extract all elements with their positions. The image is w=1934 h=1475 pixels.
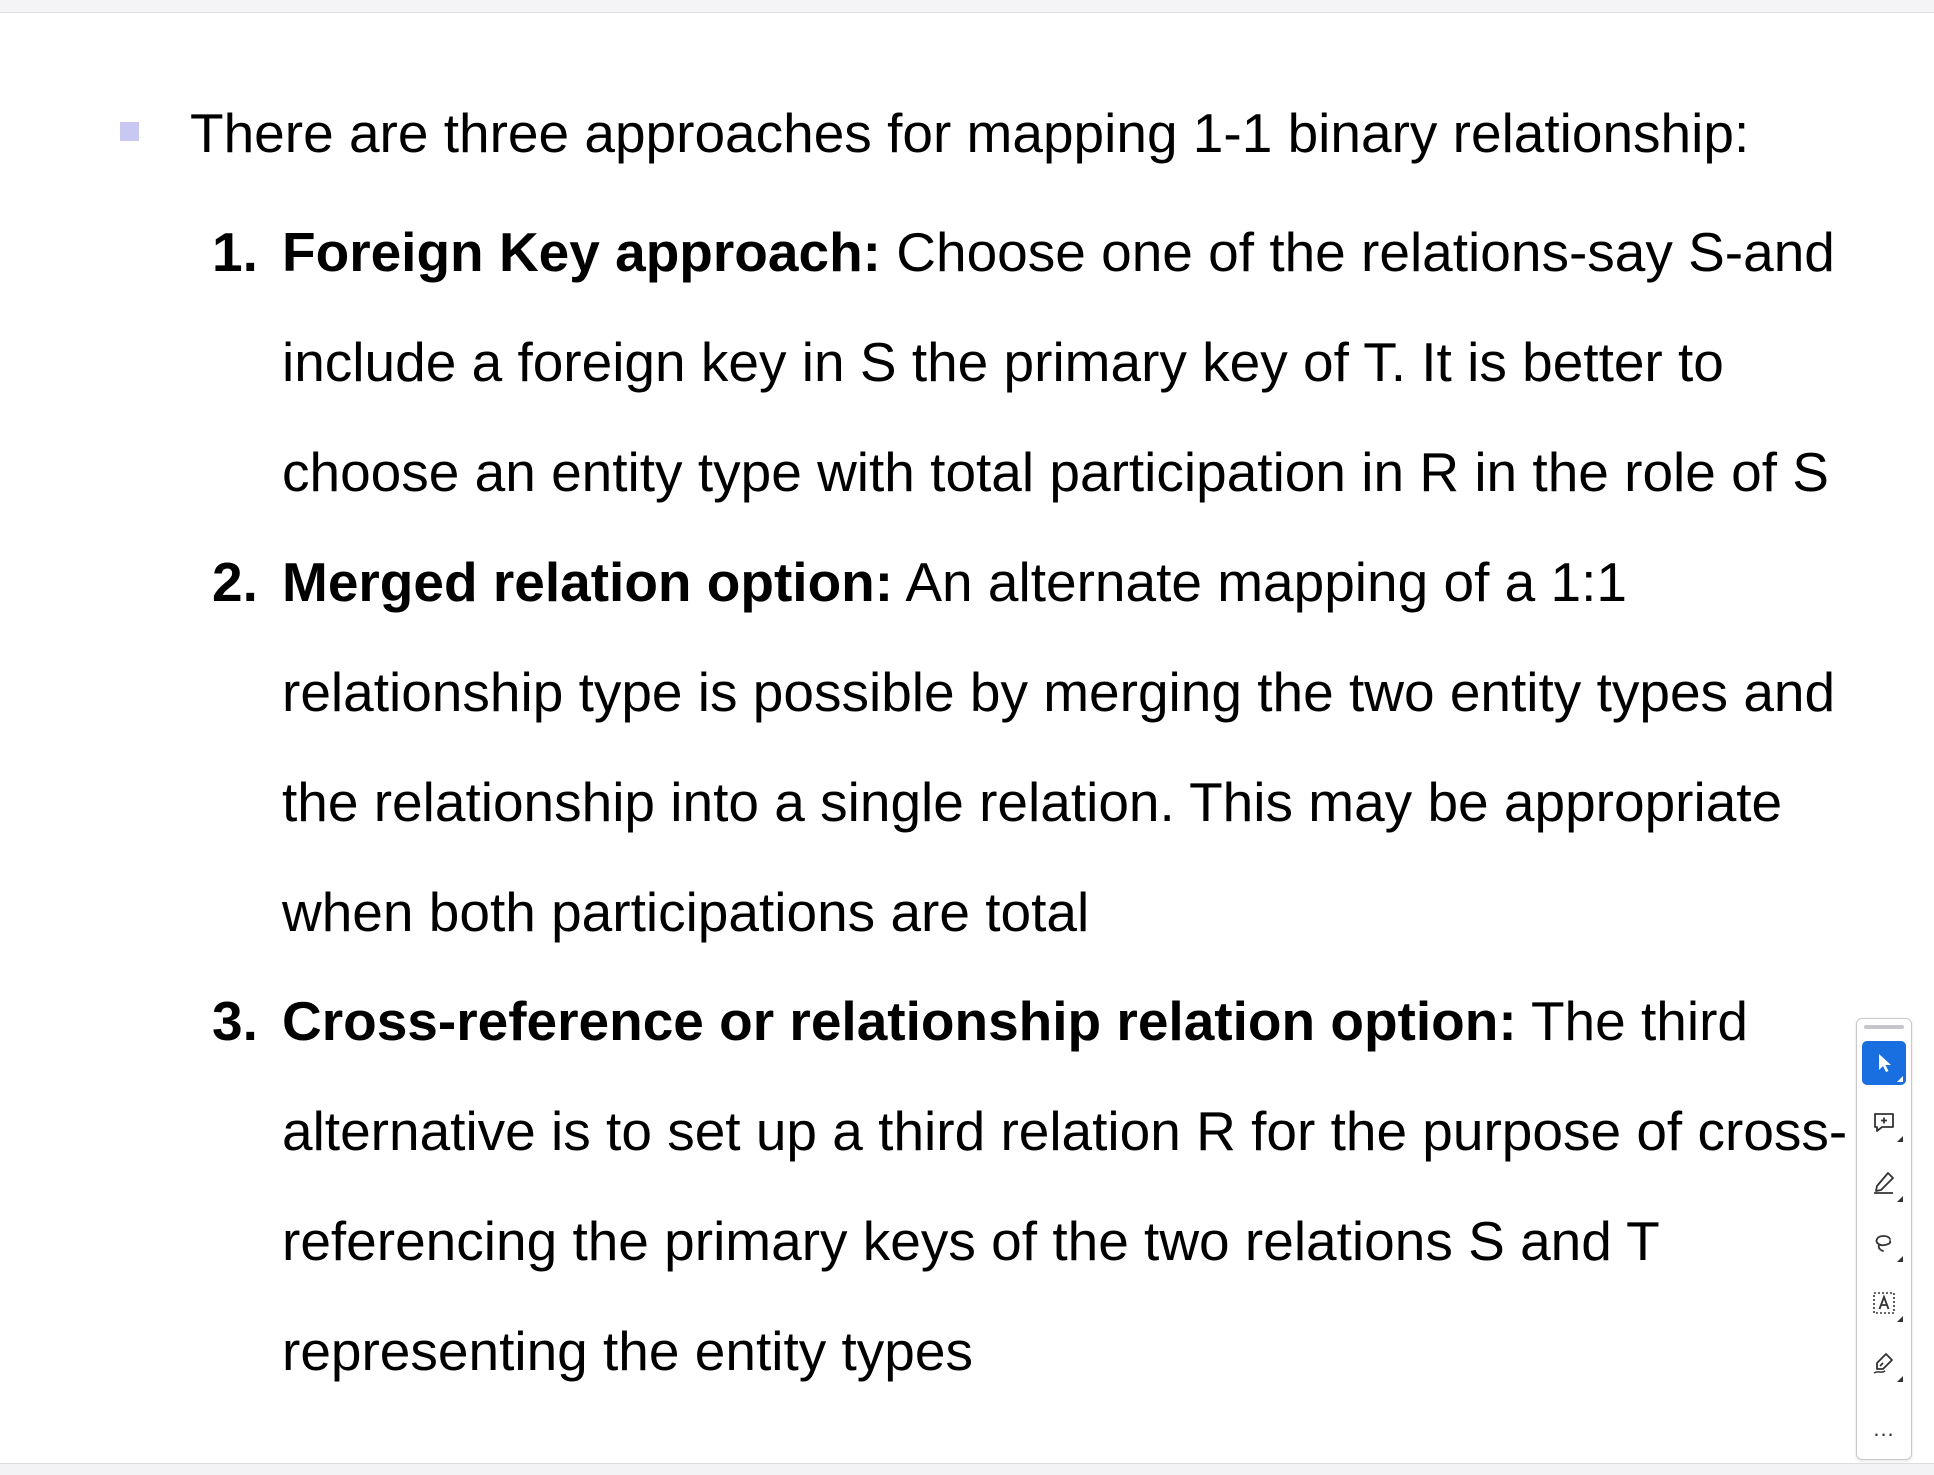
item-text: include a foreign key in S the primary k… xyxy=(282,331,1724,393)
item-line: Merged relation option: An alternate map… xyxy=(282,527,1627,637)
square-bullet-icon xyxy=(120,122,139,141)
sign-pen-icon xyxy=(1873,1353,1893,1374)
add-comment-icon xyxy=(1874,1113,1894,1132)
more-tools-button[interactable]: ... xyxy=(1862,1411,1906,1447)
submenu-indicator-icon xyxy=(1897,1136,1903,1142)
item-text: Choose one of the relations-say S-and xyxy=(880,221,1835,283)
item-text: relationship type is possible by merging… xyxy=(282,661,1836,723)
item-heading: Merged relation option: xyxy=(282,551,894,613)
toolbar-drag-handle[interactable] xyxy=(1864,1025,1904,1029)
item-text: representing the entity types xyxy=(282,1320,973,1382)
intro-bullet-text: There are three approaches for mapping 1… xyxy=(190,102,1750,164)
comment-tool-button[interactable] xyxy=(1862,1101,1906,1145)
slide-content: There are three approaches for mapping 1… xyxy=(0,0,1860,1460)
submenu-indicator-icon xyxy=(1897,1196,1903,1202)
text-box-icon xyxy=(1873,1292,1895,1314)
select-tool-button[interactable] xyxy=(1862,1041,1906,1085)
item-line: Foreign Key approach: Choose one of the … xyxy=(282,197,1835,307)
item-line: include a foreign key in S the primary k… xyxy=(282,307,1724,417)
item-line: relationship type is possible by merging… xyxy=(282,637,1835,747)
item-text: The third xyxy=(1516,990,1748,1052)
item-heading: Cross-reference or relationship relation… xyxy=(282,990,1517,1052)
item-text: referencing the primary keys of the two … xyxy=(282,1210,1660,1272)
item-text: when both participations are total xyxy=(282,881,1090,943)
draw-tool-button[interactable] xyxy=(1862,1221,1906,1265)
signature-tool-button[interactable] xyxy=(1862,1341,1906,1385)
freehand-lasso-icon xyxy=(1875,1235,1892,1252)
item-line: the relationship into a single relation.… xyxy=(282,747,1782,857)
text-box-tool-button[interactable] xyxy=(1862,1281,1906,1325)
item-line: when both participations are total xyxy=(282,857,1089,967)
item-number: 2. xyxy=(212,551,258,613)
submenu-indicator-icon xyxy=(1897,1256,1903,1262)
bottom-border xyxy=(0,1463,1934,1475)
item-number: 3. xyxy=(212,990,258,1052)
item-text: choose an entity type with total partici… xyxy=(282,441,1829,503)
document-viewport: There are three approaches for mapping 1… xyxy=(0,0,1934,1475)
cursor-arrow-icon xyxy=(1879,1054,1891,1072)
item-text: An alternate mapping of a 1:1 xyxy=(893,551,1627,613)
item-line: choose an entity type with total partici… xyxy=(282,417,1829,527)
item-heading: Foreign Key approach: xyxy=(282,221,881,283)
item-text: alternative is to set up a third relatio… xyxy=(282,1100,1848,1162)
item-line: alternative is to set up a third relatio… xyxy=(282,1076,1847,1186)
submenu-indicator-icon xyxy=(1897,1376,1903,1382)
item-line: referencing the primary keys of the two … xyxy=(282,1186,1660,1296)
item-text: the relationship into a single relation.… xyxy=(282,771,1783,833)
item-line: representing the entity types xyxy=(282,1296,973,1406)
submenu-indicator-icon xyxy=(1897,1076,1903,1082)
item-number: 1. xyxy=(212,221,258,283)
pen-highlight-icon xyxy=(1874,1172,1894,1194)
submenu-indicator-icon xyxy=(1897,1316,1903,1322)
annotation-toolbar: ... xyxy=(1856,1018,1912,1460)
item-line: Cross-reference or relationship relation… xyxy=(282,966,1748,1076)
highlight-tool-button[interactable] xyxy=(1862,1161,1906,1205)
